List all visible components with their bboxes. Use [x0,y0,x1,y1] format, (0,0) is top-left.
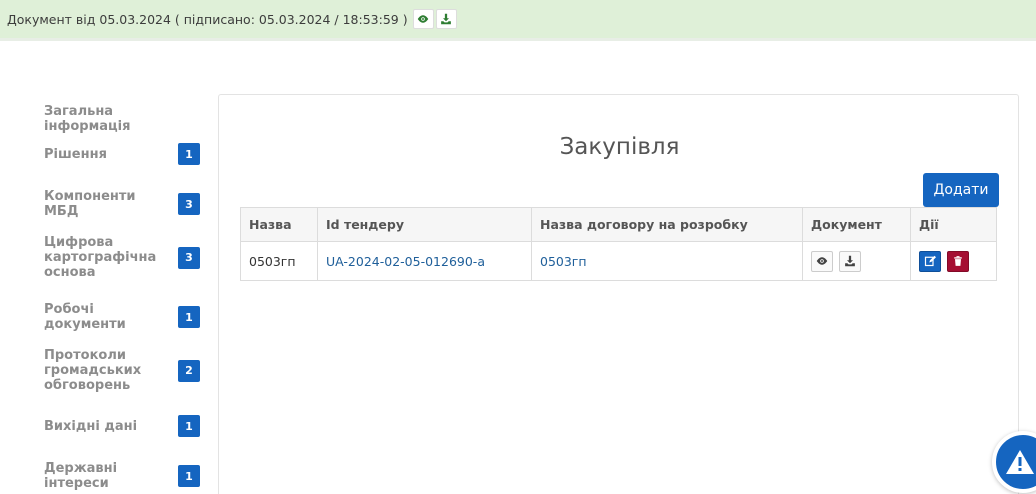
sidebar-item-digital-cartographic-base[interactable]: Цифрова картографічна основа 3 [44,235,200,280]
procurement-table: Назва Id тендеру Назва договору на розро… [240,207,997,281]
sidebar-item-general-info[interactable]: Загальна інформація [44,104,200,134]
warning-icon [1006,450,1034,474]
sidebar-item-working-documents[interactable]: Робочі документи 1 [44,302,200,332]
procurement-panel: Закупівля Додати Назва Id тендеру Назва … [218,94,1019,494]
sidebar-item-label: Компоненти МБД [44,189,136,219]
eye-icon [816,257,828,265]
sidebar-item-decisions[interactable]: Рішення 1 [44,143,200,165]
download-row-document-button[interactable] [838,250,861,272]
tender-id-link[interactable]: UA-2024-02-05-012690-a [326,254,485,269]
column-header-tender-id: Id тендеру [317,207,532,242]
edit-row-button[interactable] [919,250,941,272]
sidebar-item-mbd-components[interactable]: Компоненти МБД 3 [44,189,200,219]
sidebar-item-label: Протоколи громадських обговорень [44,348,142,393]
eye-icon [417,15,429,23]
download-icon [845,255,855,267]
count-badge: 1 [178,143,200,165]
sidebar-item-label: Загальна інформація [44,104,131,134]
view-document-button[interactable] [412,9,434,29]
download-icon [441,13,451,25]
cell-tender-id: UA-2024-02-05-012690-a [317,241,532,281]
column-header-document: Документ [802,207,911,242]
table-header-row: Назва Id тендеру Назва договору на розро… [240,207,997,242]
document-signature-text: Документ від 05.03.2024 ( підписано: 05.… [7,11,408,27]
sidebar-item-label: Рішення [44,146,107,162]
count-badge: 1 [178,465,200,487]
sidebar-item-label: Вихідні дані [44,418,138,434]
contract-link[interactable]: 0503гп [540,254,587,269]
view-row-document-button[interactable] [811,250,833,272]
sidebar-item-label: Цифрова картографічна основа [44,235,157,280]
cell-actions [910,241,997,281]
cell-name: 0503гп [240,241,318,281]
document-status-bar: Документ від 05.03.2024 ( підписано: 05.… [0,0,1036,41]
sidebar-item-source-data[interactable]: Вихідні дані 1 [44,415,200,437]
sidebar-item-public-hearing-protocols[interactable]: Протоколи громадських обговорень 2 [44,348,200,393]
count-badge: 1 [178,306,200,328]
sidebar-item-label: Робочі документи [44,302,126,332]
trash-icon [954,256,962,266]
count-badge: 3 [178,246,200,269]
delete-row-button[interactable] [946,250,969,272]
count-badge: 3 [178,193,200,215]
add-button[interactable]: Додати [923,173,999,207]
cell-contract: 0503гп [531,241,803,281]
cell-document [802,241,911,281]
count-badge: 2 [178,359,200,382]
page-title: Закупівля [559,134,680,160]
download-document-button[interactable] [435,9,457,29]
column-header-contract: Назва договору на розробку [531,207,803,242]
table-row: 0503гп UA-2024-02-05-012690-a 0503гп [240,241,997,281]
edit-icon [924,255,936,267]
column-header-name: Назва [240,207,318,242]
column-header-actions: Дії [910,207,997,242]
count-badge: 1 [178,415,200,437]
